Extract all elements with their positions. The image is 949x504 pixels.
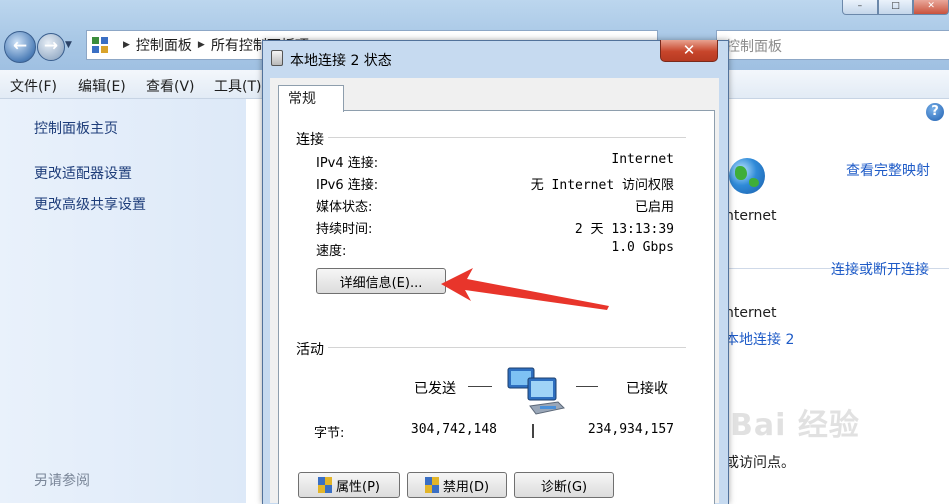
- ipv4-value: Internet: [611, 152, 674, 167]
- speed-label: 速度:: [316, 244, 347, 259]
- ipv4-label: IPv4 连接:: [316, 156, 379, 171]
- breadcrumb-chevron-icon: ▶: [197, 40, 205, 50]
- baidu-watermark: Bai 经验: [730, 408, 860, 443]
- disable-button[interactable]: 禁用(D): [407, 472, 507, 498]
- sidebar-item-advanced-sharing[interactable]: 更改高级共享设置: [34, 194, 146, 214]
- group-divider: [296, 137, 686, 138]
- help-icon[interactable]: ?: [926, 103, 944, 121]
- speed-value: 1.0 Gbps: [611, 240, 674, 255]
- uac-shield-icon: [424, 477, 439, 493]
- sent-line: [468, 386, 492, 387]
- received-line: [576, 386, 598, 387]
- dialog-close-button[interactable]: ✕: [660, 40, 718, 62]
- ipv6-value: 无 Internet 访问权限: [530, 178, 674, 193]
- diagnose-label: 诊断(G): [540, 479, 588, 495]
- access-type-value: nternet: [725, 305, 777, 321]
- window-caption-buttons: – □ ✕: [842, 0, 949, 16]
- menu-view[interactable]: 查看(V): [146, 76, 195, 96]
- uac-shield-icon: [318, 477, 332, 493]
- internet-label: nternet: [725, 208, 777, 224]
- tab-general[interactable]: 常规: [278, 85, 344, 112]
- activity-group-title: 活动: [296, 339, 328, 359]
- menu-edit[interactable]: 编辑(E): [78, 76, 126, 96]
- duration-label: 持续时间:: [316, 222, 373, 237]
- network-adapter-icon: [271, 50, 283, 66]
- close-window-button[interactable]: ✕: [913, 0, 949, 15]
- forward-button[interactable]: →: [37, 33, 65, 61]
- details-button-label: 详细信息(E)...: [339, 275, 423, 291]
- connect-disconnect-link[interactable]: 连接或断开连接: [831, 259, 929, 279]
- duration-value: 2 天 13:13:39: [574, 222, 674, 237]
- globe-icon: [729, 158, 765, 194]
- menu-tools[interactable]: 工具(T): [214, 76, 261, 96]
- dialog-title: 本地连接 2 状态: [290, 53, 392, 69]
- connection-group-title: 连接: [296, 129, 328, 149]
- sidebar-item-adapter-settings[interactable]: 更改适配器设置: [34, 163, 132, 183]
- history-dropdown-icon[interactable]: ▼: [65, 40, 72, 50]
- connection-link[interactable]: 本地连接 2: [725, 329, 794, 349]
- media-state-label: 媒体状态:: [316, 200, 373, 215]
- sidebar: [0, 99, 246, 503]
- breadcrumb-chevron-icon: ▶: [123, 40, 130, 50]
- breadcrumb-control-panel[interactable]: 控制面板: [136, 35, 192, 55]
- group-divider: [296, 347, 686, 348]
- sent-label: 已发送: [414, 381, 456, 397]
- network-computers-icon: [507, 367, 566, 415]
- activity-connector-line: [532, 424, 534, 438]
- disable-label: 禁用(D): [442, 479, 490, 495]
- control-panel-icon: [91, 36, 111, 54]
- see-also-heading: 另请参阅: [34, 473, 90, 489]
- diagnose-button[interactable]: 诊断(G): [514, 472, 614, 498]
- back-button[interactable]: ←: [4, 31, 36, 63]
- details-button[interactable]: 详细信息(E)...: [316, 268, 446, 294]
- sidebar-item-control-panel-home[interactable]: 控制面板主页: [34, 118, 118, 138]
- red-arrow-annotation: [441, 268, 609, 310]
- close-icon: ✕: [682, 41, 696, 59]
- maximize-button[interactable]: □: [877, 0, 914, 15]
- received-label: 已接收: [626, 381, 668, 397]
- view-full-map-link[interactable]: 查看完整映射: [846, 160, 930, 180]
- bytes-label: 字节:: [314, 426, 345, 441]
- properties-button[interactable]: 属性(P): [298, 472, 400, 498]
- menu-file[interactable]: 文件(F): [10, 76, 57, 96]
- properties-label: 属性(P): [336, 479, 380, 495]
- bytes-received-value: 234,934,157: [587, 422, 674, 437]
- media-state-value: 已启用: [634, 200, 674, 215]
- arrow-right-icon: →: [43, 36, 59, 56]
- search-placeholder: 控制面板: [726, 39, 782, 55]
- bytes-sent-value: 304,742,148: [410, 422, 497, 437]
- minimize-button[interactable]: –: [842, 0, 878, 15]
- access-point-text: 或访问点。: [725, 455, 795, 471]
- arrow-left-icon: ←: [12, 36, 28, 56]
- ipv6-label: IPv6 连接:: [316, 178, 379, 193]
